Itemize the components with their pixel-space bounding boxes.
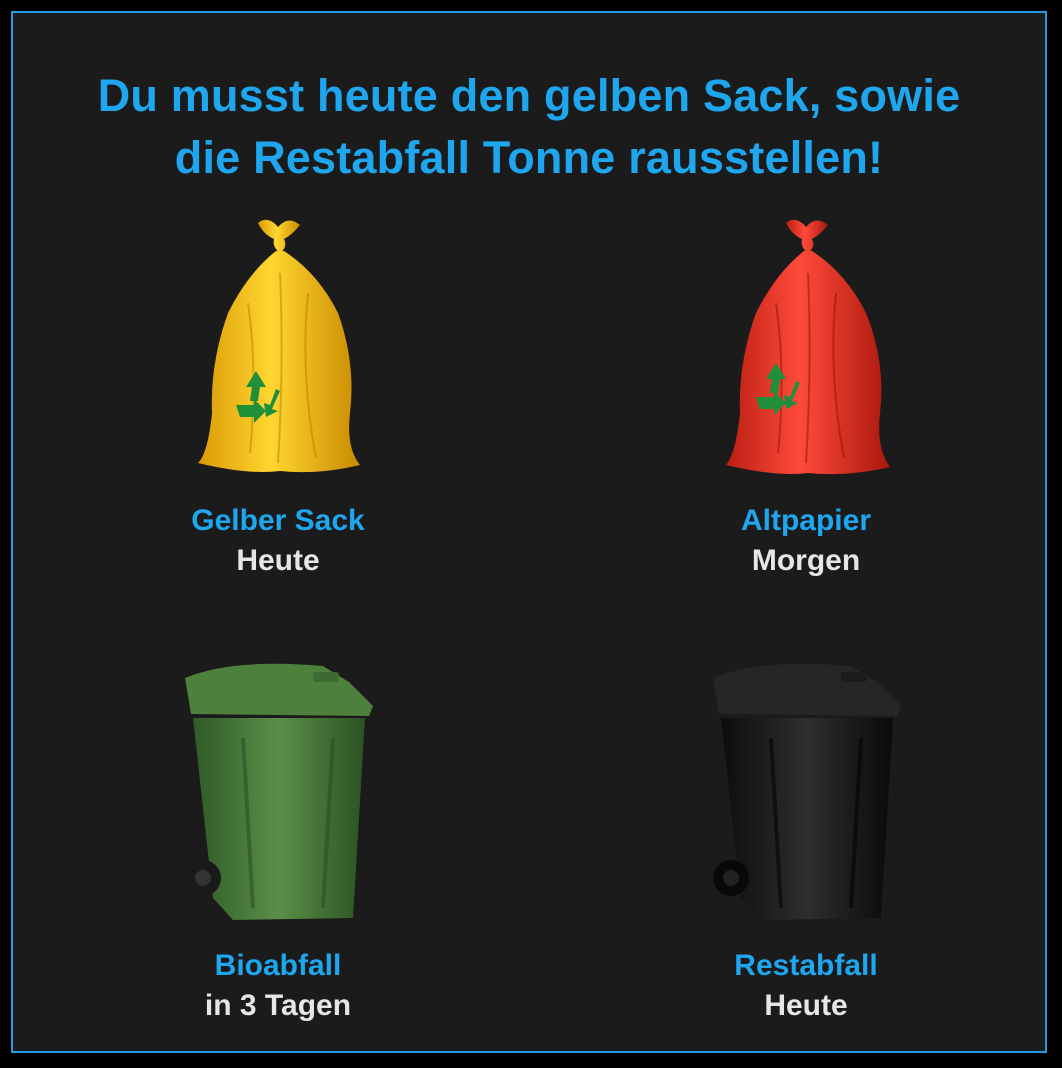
waste-item-when: Heute xyxy=(764,989,848,1022)
waste-item-when: Heute xyxy=(236,544,320,577)
waste-calendar-card: Du musst heute den gelben Sack, sowie di… xyxy=(11,11,1047,1053)
waste-item-name: Restabfall xyxy=(734,949,878,982)
waste-item-name: Bioabfall xyxy=(214,949,342,982)
green-bin-icon xyxy=(185,663,373,920)
waste-item-bioabfall: Bioabfall in 3 Tagen xyxy=(108,658,448,1026)
red-bag-icon xyxy=(726,219,890,475)
waste-item-name: Gelber Sack xyxy=(191,504,365,537)
headline-line-1: Du musst heute den gelben Sack, sowie xyxy=(97,70,961,121)
waste-item-when: Morgen xyxy=(751,544,861,577)
waste-item-when: in 3 Tagen xyxy=(204,989,352,1022)
headline: Du musst heute den gelben Sack, sowie di… xyxy=(13,65,1045,189)
waste-item-name: Altpapier xyxy=(740,504,872,537)
black-bin-icon xyxy=(713,663,901,920)
yellow-bag-icon xyxy=(198,219,360,473)
waste-item-restabfall: Restabfall Heute xyxy=(636,658,976,1026)
waste-item-altpapier: Altpapier Morgen xyxy=(636,213,976,581)
waste-item-gelber-sack: Gelber Sack Heute xyxy=(108,213,448,581)
headline-line-2: die Restabfall Tonne rausstellen! xyxy=(174,132,884,183)
